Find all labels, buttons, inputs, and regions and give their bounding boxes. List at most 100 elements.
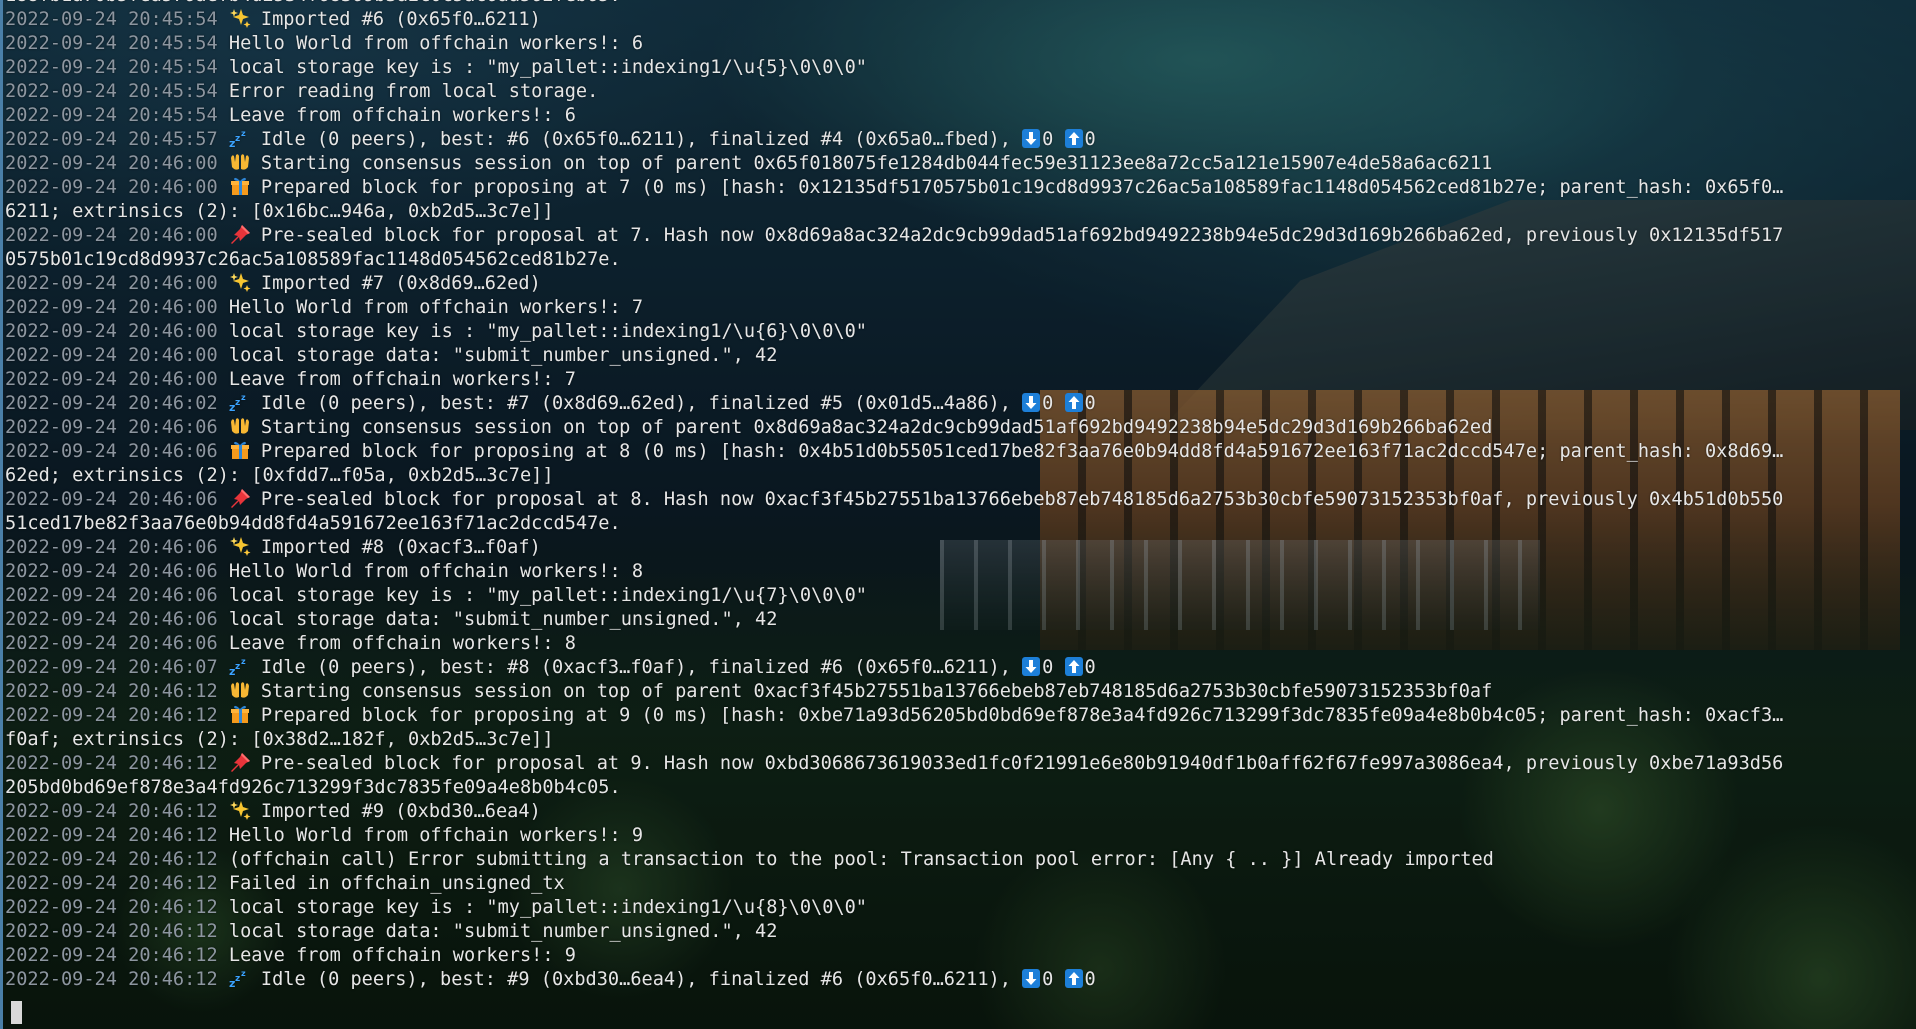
log-line: 188fb1a70b5fea576aefb4d2534f68369b3a2c0c…	[5, 0, 1911, 8]
gift-icon	[229, 440, 253, 460]
terminal-cursor[interactable]	[11, 1001, 22, 1024]
upload-arrow-icon	[1064, 969, 1083, 988]
log-line: 205bd0bd69ef878e3a4fd926c713299f3dc7835f…	[5, 776, 1911, 800]
log-timestamp: 2022-09-24 20:46:06	[5, 609, 218, 630]
log-timestamp: 2022-09-24 20:46:00	[5, 321, 218, 342]
log-message: Idle (0 peers), best: #7 (0x8d69…62ed), …	[260, 393, 1023, 414]
log-line: 2022-09-24 20:46:12 (offchain call) Erro…	[5, 848, 1911, 872]
zzz-icon: zzz	[229, 656, 253, 676]
log-timestamp: 2022-09-24 20:45:54	[5, 9, 218, 30]
gift-icon	[229, 704, 253, 724]
log-line: 2022-09-24 20:46:12 Imported #9 (0xbd30……	[5, 800, 1911, 824]
log-line: 2022-09-24 20:46:00 Imported #7 (0x8d69……	[5, 272, 1911, 296]
svg-text:z: z	[241, 393, 246, 402]
log-timestamp: 2022-09-24 20:45:57	[5, 129, 218, 150]
log-timestamp: 2022-09-24 20:46:02	[5, 393, 218, 414]
log-line: 2022-09-24 20:45:57 z z z Idle (0 peers), b…	[5, 128, 1911, 152]
sparkles-icon	[229, 536, 253, 556]
download-arrow-icon	[1022, 969, 1041, 988]
log-message: local storage data: "submit_number_unsig…	[228, 921, 778, 942]
log-message: Starting consensus session on top of par…	[260, 681, 1493, 702]
terminal-window[interactable]: 188fb1a70b5fea576aefb4d2534f68369b3a2c0c…	[5, 0, 1911, 1029]
log-line: 2022-09-24 20:46:12 z z z Idle (0 peers), b…	[5, 968, 1911, 992]
log-line: 2022-09-24 20:46:12 Prepared block for p…	[5, 704, 1911, 728]
log-line: 2022-09-24 20:46:06 Leave from offchain …	[5, 632, 1911, 656]
log-message: Prepared block for proposing at 9 (0 ms)…	[260, 705, 1784, 726]
log-message: Leave from offchain workers!: 8	[228, 633, 576, 654]
log-line: 2022-09-24 20:46:00 Starting consensus s…	[5, 152, 1911, 176]
log-timestamp: 2022-09-24 20:46:06	[5, 561, 218, 582]
log-message: 6211; extrinsics (2): [0x16bc…946a, 0xb2…	[5, 201, 554, 222]
log-message: Prepared block for proposing at 7 (0 ms)…	[260, 177, 1784, 198]
raised-hands-icon	[229, 152, 253, 172]
log-line: 2022-09-24 20:46:12 Starting consensus s…	[5, 680, 1911, 704]
download-count: 0	[1042, 393, 1054, 414]
log-timestamp: 2022-09-24 20:46:12	[5, 753, 218, 774]
gift-icon	[229, 176, 253, 196]
log-line: 2022-09-24 20:46:00 local storage data: …	[5, 344, 1911, 368]
upload-count: 0	[1084, 129, 1096, 150]
log-message: 205bd0bd69ef878e3a4fd926c713299f3dc7835f…	[5, 777, 621, 798]
log-line: 2022-09-24 20:46:00 Prepared block for p…	[5, 176, 1911, 200]
log-message: f0af; extrinsics (2): [0x38d2…182f, 0xb2…	[5, 729, 554, 750]
upload-count: 0	[1084, 969, 1096, 990]
log-timestamp: 2022-09-24 20:46:06	[5, 441, 218, 462]
log-message: Imported #7 (0x8d69…62ed)	[260, 273, 541, 294]
log-line: 2022-09-24 20:46:07 z z z Idle (0 peers), b…	[5, 656, 1911, 680]
svg-text:z: z	[235, 662, 240, 672]
log-message: Pre-sealed block for proposal at 7. Hash…	[260, 225, 1784, 246]
log-message: Idle (0 peers), best: #9 (0xbd30…6ea4), …	[260, 969, 1023, 990]
log-message: local storage key is : "my_pallet::index…	[228, 321, 867, 342]
log-message: 62ed; extrinsics (2): [0xfdd7…f05a, 0xb2…	[5, 465, 554, 486]
log-timestamp: 2022-09-24 20:46:12	[5, 825, 218, 846]
pushpin-icon	[229, 752, 253, 772]
log-message: Imported #8 (0xacf3…f0af)	[260, 537, 541, 558]
upload-count: 0	[1084, 393, 1096, 414]
pushpin-icon	[229, 224, 253, 244]
log-timestamp: 2022-09-24 20:46:12	[5, 801, 218, 822]
log-message: Error reading from local storage.	[228, 81, 599, 102]
log-line: 2022-09-24 20:46:06 Starting consensus s…	[5, 416, 1911, 440]
terminal-output: 188fb1a70b5fea576aefb4d2534f68369b3a2c0c…	[5, 0, 1911, 992]
raised-hands-icon	[229, 680, 253, 700]
log-message: local storage key is : "my_pallet::index…	[228, 57, 867, 78]
log-line: 2022-09-24 20:46:12 Hello World from off…	[5, 824, 1911, 848]
log-message: Imported #6 (0x65f0…6211)	[260, 9, 541, 30]
log-message: Hello World from offchain workers!: 9	[228, 825, 644, 846]
log-timestamp: 2022-09-24 20:45:54	[5, 81, 218, 102]
log-line: 2022-09-24 20:46:02 z z z Idle (0 peers), b…	[5, 392, 1911, 416]
log-line: 2022-09-24 20:46:12 Leave from offchain …	[5, 944, 1911, 968]
log-line: 2022-09-24 20:46:00 Pre-sealed block for…	[5, 224, 1911, 248]
log-line: 2022-09-24 20:45:54 local storage key is…	[5, 56, 1911, 80]
download-arrow-icon	[1022, 129, 1041, 148]
pushpin-icon	[229, 488, 253, 508]
log-line: 2022-09-24 20:46:12 Pre-sealed block for…	[5, 752, 1911, 776]
window-left-border	[0, 0, 3, 1029]
log-message: local storage key is : "my_pallet::index…	[228, 585, 867, 606]
svg-text:z: z	[241, 129, 246, 138]
log-message: Hello World from offchain workers!: 8	[228, 561, 644, 582]
log-timestamp: 2022-09-24 20:46:12	[5, 681, 218, 702]
log-line: 2022-09-24 20:46:00 Leave from offchain …	[5, 368, 1911, 392]
log-timestamp: 2022-09-24 20:46:07	[5, 657, 218, 678]
log-timestamp: 2022-09-24 20:45:54	[5, 33, 218, 54]
log-message: Prepared block for proposing at 8 (0 ms)…	[260, 441, 1784, 462]
log-timestamp: 2022-09-24 20:46:00	[5, 225, 218, 246]
log-timestamp: 2022-09-24 20:46:06	[5, 633, 218, 654]
download-count: 0	[1042, 657, 1054, 678]
log-message: Leave from offchain workers!: 7	[228, 369, 576, 390]
log-message: 188fb1a70b5fea576aefb4d2534f68369b3a2c0c…	[5, 0, 621, 6]
log-timestamp: 2022-09-24 20:46:00	[5, 153, 218, 174]
log-line: 2022-09-24 20:45:54 Hello World from off…	[5, 32, 1911, 56]
zzz-icon: zzz	[229, 392, 253, 412]
log-timestamp: 2022-09-24 20:46:00	[5, 345, 218, 366]
log-line: f0af; extrinsics (2): [0x38d2…182f, 0xb2…	[5, 728, 1911, 752]
log-timestamp: 2022-09-24 20:46:12	[5, 921, 218, 942]
log-line: 2022-09-24 20:46:06 Pre-sealed block for…	[5, 488, 1911, 512]
download-count: 0	[1042, 129, 1054, 150]
log-line: 2022-09-24 20:46:00 local storage key is…	[5, 320, 1911, 344]
log-timestamp: 2022-09-24 20:46:00	[5, 177, 218, 198]
log-line: 2022-09-24 20:45:54 Imported #6 (0x65f0……	[5, 8, 1911, 32]
log-message: Leave from offchain workers!: 9	[228, 945, 576, 966]
download-arrow-icon	[1022, 657, 1041, 676]
